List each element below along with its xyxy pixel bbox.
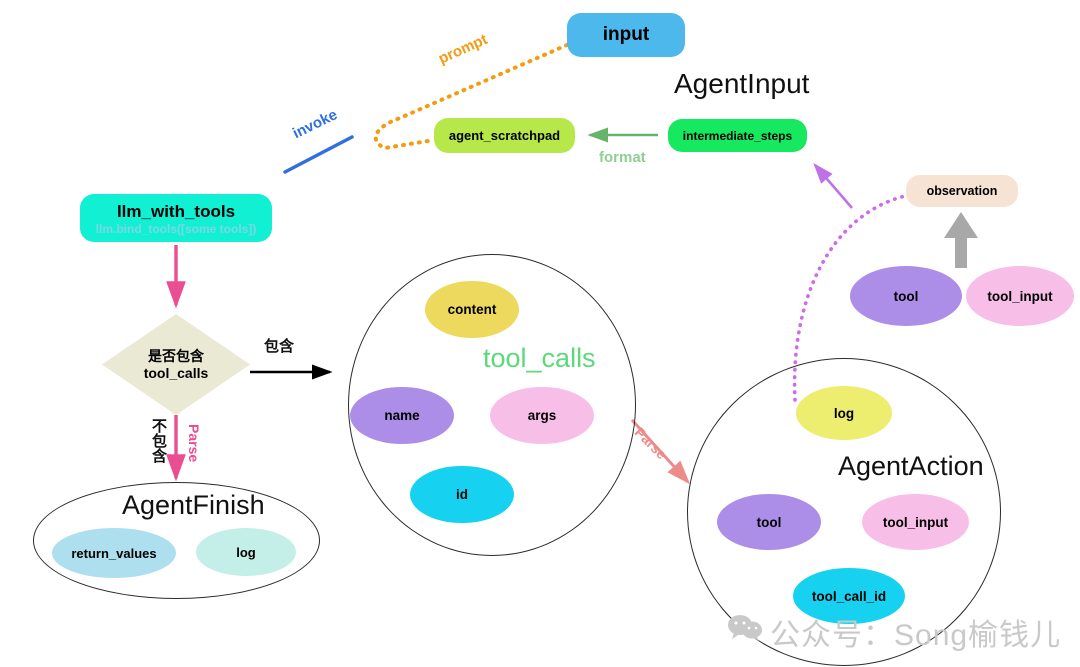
node-tool-top-label: tool <box>893 288 919 304</box>
node-tool-input-top-label: tool_input <box>987 288 1053 304</box>
node-llm-with-tools[interactable]: llm_with_tools llm.bind_tools([some tool… <box>80 194 272 242</box>
watermark-text: 公众号：Song榆钱儿 <box>770 619 1062 652</box>
decision-label: 是否包含 tool_calls <box>144 348 209 382</box>
node-args-label: args <box>527 408 557 423</box>
diagram-canvas: AgentInput tool_calls AgentAction AgentF… <box>0 0 1080 667</box>
edge-label-prompt: prompt <box>436 30 491 68</box>
node-id[interactable]: id <box>410 466 514 523</box>
edge-label-not-contains: 不包含 <box>150 418 167 463</box>
node-tool-action[interactable]: tool <box>717 494 821 550</box>
node-llm-with-tools-label: llm_with_tools <box>116 202 236 221</box>
wechat-icon <box>728 614 762 650</box>
node-agent-scratchpad-label: agent_scratchpad <box>448 128 561 143</box>
node-content[interactable]: content <box>425 281 519 338</box>
node-input[interactable]: input <box>567 13 685 57</box>
node-return-values-label: return_values <box>71 545 157 561</box>
node-tool-top[interactable]: tool <box>850 266 962 326</box>
node-id-label: id <box>456 487 468 502</box>
node-log-action-label: log <box>833 405 855 421</box>
node-agent-scratchpad[interactable]: agent_scratchpad <box>434 118 575 153</box>
group-label-agent-input: AgentInput <box>674 68 810 99</box>
node-observation[interactable]: observation <box>906 175 1018 207</box>
decision-label-line1: 是否包含 <box>148 347 204 364</box>
edge-label-parse-right: Parse <box>631 424 670 463</box>
node-content-label: content <box>447 302 497 317</box>
node-tool-action-label: tool <box>756 514 782 530</box>
node-tool-input-top[interactable]: tool_input <box>966 266 1074 326</box>
node-tool-input-action[interactable]: tool_input <box>862 494 969 550</box>
node-tool-call-id-label: tool_call_id <box>811 588 887 604</box>
node-input-label: input <box>602 24 650 45</box>
group-label-agent-action: AgentAction <box>838 451 984 481</box>
node-name[interactable]: name <box>350 387 454 444</box>
edge-invoke <box>283 135 354 174</box>
node-tool-input-action-label: tool_input <box>882 514 949 530</box>
node-intermediate-steps-label: intermediate_steps <box>682 128 793 143</box>
edge-label-invoke: invoke <box>290 106 341 143</box>
edge-tool-to-observation <box>944 212 978 268</box>
edge-label-format: format <box>599 149 646 166</box>
edge-to-intermediate-steps <box>813 163 853 209</box>
node-args[interactable]: args <box>490 387 594 444</box>
node-name-label: name <box>384 408 420 423</box>
node-log-action[interactable]: log <box>796 386 892 440</box>
watermark: 公众号：Song榆钱儿 <box>728 610 1061 654</box>
node-llm-with-tools-sublabel: llm.bind_tools([some tools]) <box>95 222 257 236</box>
node-log-finish[interactable]: log <box>196 528 296 576</box>
node-intermediate-steps[interactable]: intermediate_steps <box>668 119 807 152</box>
node-observation-label: observation <box>926 184 998 198</box>
edge-label-parse-left: Parse <box>186 424 202 463</box>
group-label-agent-finish: AgentFinish <box>122 490 265 520</box>
decision-label-line2: tool_calls <box>143 364 209 381</box>
node-decision-tool-calls[interactable]: 是否包含 tool_calls <box>101 313 251 416</box>
group-label-tool-calls: tool_calls <box>483 343 596 373</box>
node-return-values[interactable]: return_values <box>52 528 176 578</box>
edge-label-contains: 包含 <box>264 338 295 355</box>
node-log-finish-label: log <box>236 544 256 560</box>
